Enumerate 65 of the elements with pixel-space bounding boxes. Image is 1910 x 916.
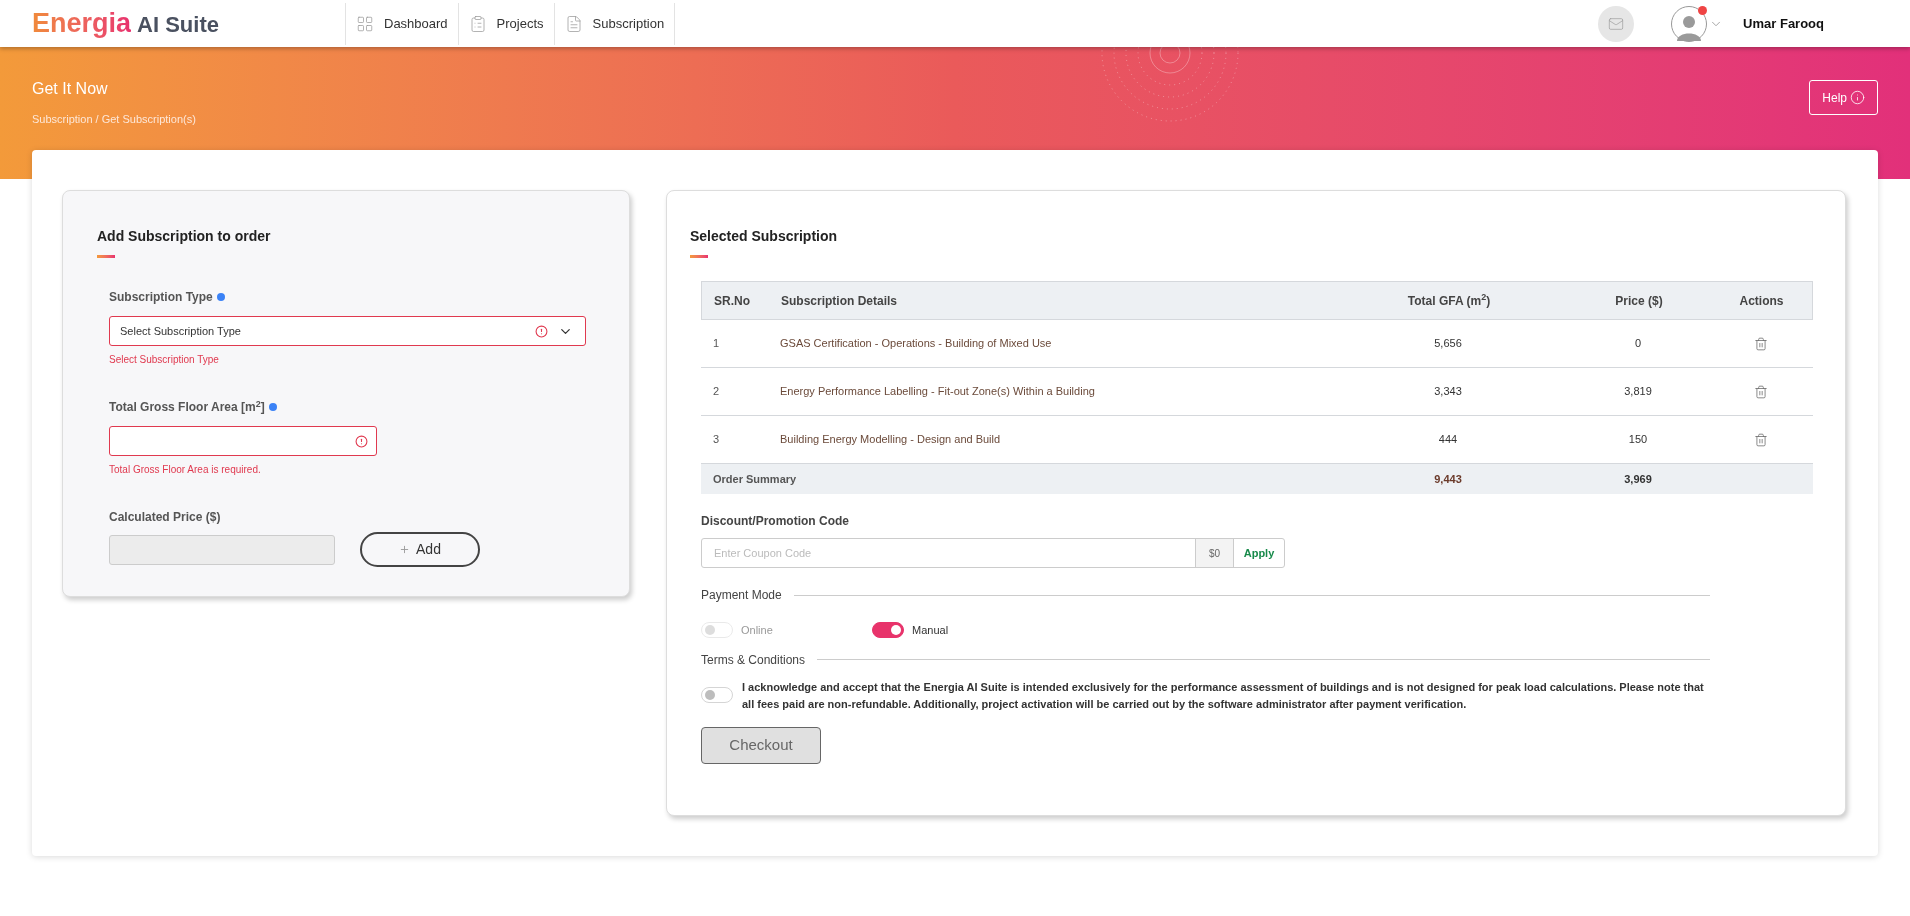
floor-area-input[interactable]	[109, 426, 377, 456]
delete-button[interactable]	[1753, 384, 1768, 399]
option-label: Online	[741, 623, 773, 638]
delete-button[interactable]	[1753, 432, 1768, 447]
trash-icon	[1753, 384, 1768, 399]
add-button[interactable]: Add	[360, 532, 480, 567]
grid-icon	[356, 14, 374, 33]
breadcrumb: Subscription / Get Subscription(s)	[32, 112, 196, 127]
nav-link[interactable]: Projects	[457, 2, 554, 45]
table-cell-text: 3	[712, 432, 721, 448]
avatar[interactable]	[1671, 5, 1708, 42]
table-cell-text: 9,443	[1433, 471, 1463, 487]
trash-icon	[1753, 336, 1768, 351]
table-cell-text: 3,969	[1623, 471, 1653, 487]
checkout-button[interactable]: Checkout	[701, 726, 821, 764]
error-message: Select Subscription Type	[109, 353, 220, 367]
panel-title: Selected Subscription	[690, 227, 839, 246]
summary-label: Order Summary	[712, 471, 798, 487]
table-cell-text: GSAS Certification - Operations - Building of Mixed Use	[779, 336, 1053, 352]
field-label: Calculated Price ($)	[109, 509, 222, 526]
table-cell-text: 444	[1437, 432, 1459, 448]
discount-amount: $0	[1195, 539, 1233, 567]
terms-toggle[interactable]	[701, 686, 733, 703]
table-cell-text: 2	[712, 384, 721, 400]
table-cell-text: Building Energy Modelling - Design and Build	[779, 432, 1002, 448]
plus-icon	[399, 544, 411, 555]
checklist-icon	[468, 14, 487, 33]
coupon-field[interactable]: Enter Coupon Code $0 Apply	[701, 538, 1285, 568]
mail-icon	[1608, 15, 1625, 32]
column-header: Subscription Details	[780, 292, 899, 310]
column-header: Actions	[1738, 292, 1785, 310]
apply-button[interactable]: Apply	[1233, 539, 1284, 567]
info-icon	[1850, 90, 1865, 105]
brand-suffix: AI Suite	[137, 11, 219, 40]
error-icon	[355, 434, 368, 448]
table-cell-text: 150	[1627, 432, 1649, 448]
table-cell-text: 0	[1633, 336, 1643, 352]
error-icon	[535, 324, 548, 338]
page-title: Get It Now	[32, 79, 109, 99]
nav-link[interactable]: Dashboard	[345, 2, 458, 45]
section-label: Terms & Conditions	[701, 651, 806, 669]
field-label: Total Gross Floor Area [m$^{2}$]	[109, 398, 265, 416]
help-button[interactable]: Help	[1809, 80, 1878, 115]
delete-button[interactable]	[1753, 336, 1768, 351]
column-header: Price ($)	[1614, 292, 1664, 310]
user-name: Umar Farooq	[1743, 14, 1824, 33]
table-cell-text: 5,656	[1433, 336, 1463, 352]
section-label: Payment Mode	[701, 587, 782, 604]
nav-link[interactable]: Subscription	[553, 2, 676, 45]
panel-title: Add Subscription to order	[97, 227, 272, 246]
table-cell-text: Energy Performance Labelling - Fit-out Zone(s) Within a Building	[779, 384, 1096, 400]
payment-toggle[interactable]	[872, 622, 904, 639]
column-header: Total GFA (m$^{2}$)	[1406, 291, 1492, 310]
document-icon	[564, 14, 583, 33]
trash-icon	[1753, 432, 1768, 447]
table-cell-text: 3,819	[1623, 384, 1653, 400]
field-label: Subscription Type	[109, 289, 213, 306]
table-cell-text: 1	[712, 336, 721, 352]
subscription-type-select[interactable]: Select Subscription Type	[109, 316, 586, 346]
error-message: Total Gross Floor Area is required.	[109, 463, 262, 477]
field-label: Discount/Promotion Code	[701, 513, 850, 530]
table-cell-text: 3,343	[1433, 384, 1463, 400]
option-label: Manual	[912, 623, 949, 638]
column-header: SR.No	[713, 292, 751, 310]
terms-text: I acknowledge and accept that the Energia AI Suite is intended exclusively for the performance assessment of buildings and is not designed for peak load calculations. Please note that all fees paid are non-refundable. Additionally, project activation will be carried out by the software administrator after payment verification.	[742, 679, 1705, 712]
